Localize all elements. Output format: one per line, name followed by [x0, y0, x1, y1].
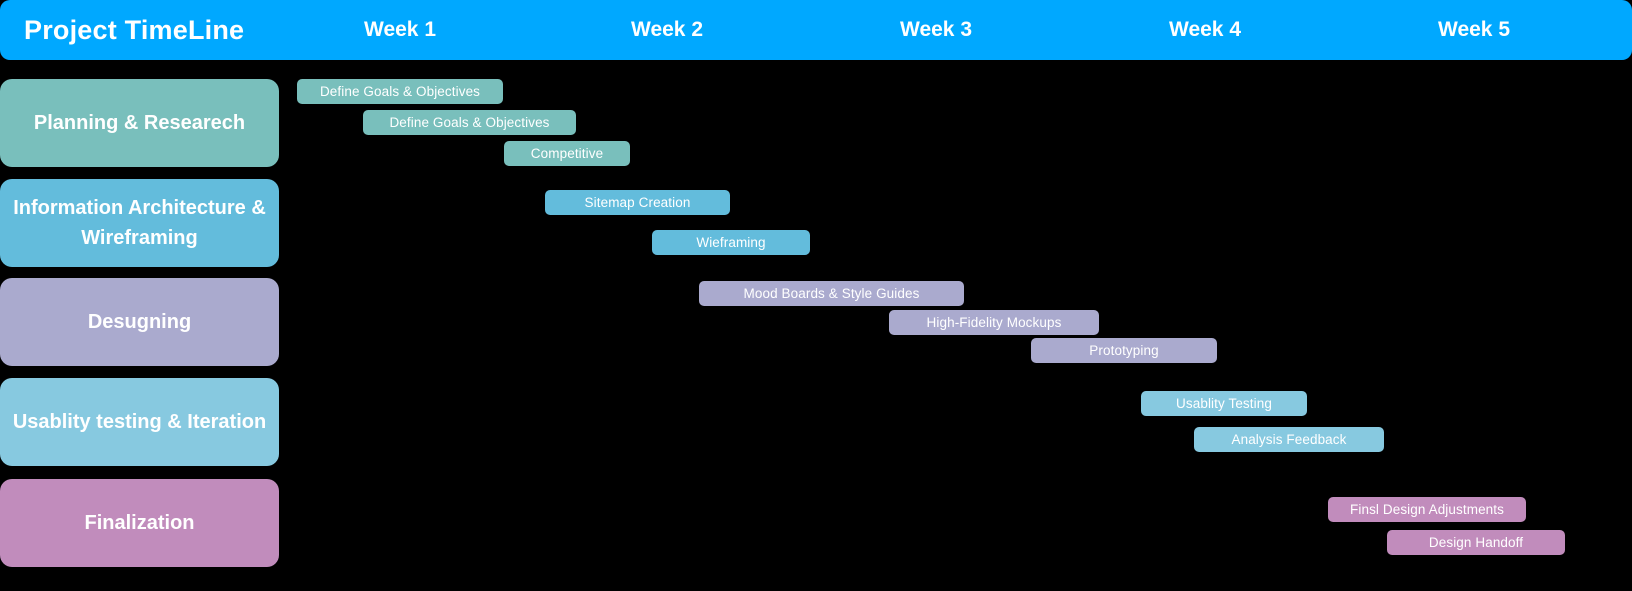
- task-bar[interactable]: Define Goals & Objectives: [363, 110, 576, 135]
- task-bar[interactable]: Design Handoff: [1387, 530, 1565, 555]
- task-bar[interactable]: Competitive: [504, 141, 630, 166]
- task-bar[interactable]: Mood Boards & Style Guides: [699, 281, 964, 306]
- week-label-4: Week 4: [1169, 18, 1241, 41]
- task-bar[interactable]: Define Goals & Objectives: [297, 79, 503, 104]
- phase-label-1[interactable]: Planning & Researech: [0, 79, 279, 167]
- task-bar[interactable]: Usablity Testing: [1141, 391, 1307, 416]
- week-label-1: Week 1: [364, 18, 436, 41]
- week-label-2: Week 2: [631, 18, 703, 41]
- task-bar[interactable]: Prototyping: [1031, 338, 1217, 363]
- phase-label-2[interactable]: Information Architecture & Wireframing: [0, 179, 279, 267]
- task-bar[interactable]: Sitemap Creation: [545, 190, 730, 215]
- phase-label-5[interactable]: Finalization: [0, 479, 279, 567]
- week-label-5: Week 5: [1438, 18, 1510, 41]
- task-bar[interactable]: Wieframing: [652, 230, 810, 255]
- phase-label-text: Finalization: [84, 512, 195, 534]
- phase-label-3[interactable]: Desugning: [0, 278, 279, 366]
- phase-label-text: Information Architecture & Wireframing: [13, 197, 266, 249]
- page-title: Project TimeLine: [24, 15, 245, 45]
- phase-label-text: Usablity testing & Iteration: [12, 411, 267, 433]
- task-bar[interactable]: Finsl Design Adjustments: [1328, 497, 1526, 522]
- phase-label-text: Desugning: [87, 311, 192, 333]
- phase-label-4[interactable]: Usablity testing & Iteration: [0, 378, 279, 466]
- timeline-header: Project TimeLine: [0, 0, 1632, 60]
- week-label-3: Week 3: [900, 18, 972, 41]
- task-bar[interactable]: High-Fidelity Mockups: [889, 310, 1099, 335]
- phase-label-text: Planning & Researech: [33, 112, 246, 134]
- task-bar[interactable]: Analysis Feedback: [1194, 427, 1384, 452]
